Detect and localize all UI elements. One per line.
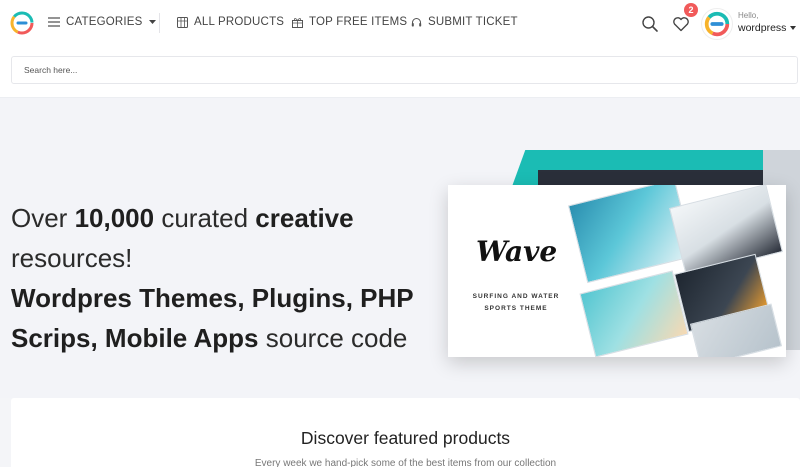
caret-down-icon bbox=[790, 26, 797, 30]
wave-subtitle: SURFING AND WATER SPORTS THEME bbox=[472, 293, 560, 312]
hero-line-4: Scrips, Mobile Apps source code bbox=[11, 318, 414, 358]
categories-label: CATEGORIES bbox=[66, 16, 143, 28]
all-products-label: ALL PRODUCTS bbox=[194, 16, 285, 28]
hero-line-3: Wordpres Themes, Plugins, PHP bbox=[11, 278, 414, 318]
catalog-icon bbox=[177, 16, 188, 28]
gift-icon bbox=[292, 17, 303, 28]
brand-logo-icon[interactable] bbox=[10, 11, 34, 35]
beach-screenshot bbox=[579, 270, 689, 357]
search-icon[interactable] bbox=[641, 15, 659, 33]
hero-text-count: 10,000 bbox=[74, 203, 155, 233]
hero-line-2: resources! bbox=[11, 243, 133, 273]
submit-ticket-label: SUBMIT TICKET bbox=[428, 16, 518, 28]
top-navigation-bar: CATEGORIES ALL PRODUCTS TOP FREE ITEMS S… bbox=[0, 0, 800, 48]
top-free-items-label: TOP FREE ITEMS bbox=[309, 16, 408, 28]
user-avatar[interactable] bbox=[701, 8, 733, 40]
wave-logo-text: Wave bbox=[476, 235, 558, 268]
hero-text-apps: Scrips, Mobile Apps bbox=[11, 323, 259, 353]
hero-text-creative: creative bbox=[255, 203, 354, 233]
caret-down-icon bbox=[148, 19, 156, 24]
top-free-items-link[interactable]: TOP FREE ITEMS bbox=[292, 16, 407, 28]
featured-section: Discover featured products Every week we… bbox=[11, 398, 800, 467]
hero-headline: Over 10,000 curated creative resources! … bbox=[11, 198, 414, 358]
user-name-label: wordpress bbox=[738, 22, 787, 34]
user-greeting: Hello, bbox=[738, 11, 759, 20]
categories-menu[interactable]: CATEGORIES bbox=[48, 16, 156, 28]
headset-icon bbox=[411, 17, 422, 26]
nav-divider bbox=[159, 13, 160, 33]
all-products-link[interactable]: ALL PRODUCTS bbox=[177, 16, 284, 28]
hero-line-1: Over 10,000 curated creative bbox=[11, 198, 414, 238]
featured-subtitle: Every week we hand-pick some of the best… bbox=[254, 458, 557, 467]
hero-text-source-code: source code bbox=[258, 323, 408, 353]
hamburger-icon bbox=[48, 17, 60, 27]
theme-preview-card: Wave SURFING AND WATER SPORTS THEME bbox=[448, 185, 786, 357]
user-menu[interactable]: wordpress bbox=[738, 22, 797, 34]
search-input[interactable] bbox=[11, 56, 798, 84]
featured-title: Discover featured products bbox=[300, 428, 511, 448]
hero-text-over: Over bbox=[11, 203, 75, 233]
hero-collage-image: Wave SURFING AND WATER SPORTS THEME bbox=[448, 150, 800, 360]
heart-icon[interactable] bbox=[672, 16, 690, 32]
hero-text-curated: curated bbox=[154, 203, 256, 233]
favorites-count-badge: 2 bbox=[684, 3, 698, 17]
submit-ticket-link[interactable]: SUBMIT TICKET bbox=[411, 16, 518, 28]
hero-text-themes: Wordpres Themes, Plugins, PHP bbox=[11, 283, 414, 313]
